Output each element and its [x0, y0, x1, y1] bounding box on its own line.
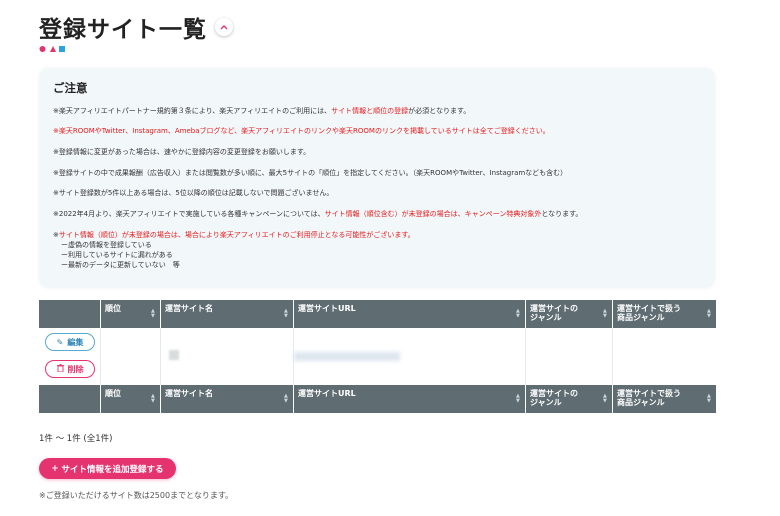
result-count: 1件 〜 1件 (全1件)	[39, 434, 113, 444]
header-label: 運営サイト名	[165, 304, 213, 313]
header-label: 順位	[105, 389, 121, 398]
table-footer-actions	[39, 385, 101, 413]
add-site-button-label: サイト情報を追加登録する	[61, 464, 164, 475]
notice-highlight: サイト情報と順位の登録	[331, 107, 409, 115]
table-footer-product-genre[interactable]: 運営サイトで扱う 商品ジャンル ▲ ▼	[613, 385, 716, 413]
notice-line-2: ※楽天ROOMやTwitter、Instagram、Amebaブログなど、楽天ア…	[53, 127, 550, 135]
sort-icon[interactable]: ▲ ▼	[707, 309, 712, 319]
header-label: 運営サイトURL	[298, 389, 356, 398]
table-header-actions	[39, 300, 101, 328]
table-footer-site-url[interactable]: 運営サイトURL ▲ ▼	[294, 385, 526, 413]
sort-icon[interactable]: ▲ ▼	[603, 394, 608, 404]
notice-line-4: ※登録サイトの中で成果報酬（広告収入）または閲覧数が多い順に、最大5サイトの「順…	[53, 169, 568, 177]
page-title: 登録サイト一覧	[39, 10, 233, 44]
notice-sub-1: ー虚偽の情報を登録している	[61, 241, 152, 249]
collapse-toggle-icon[interactable]	[215, 18, 233, 36]
site-name-cell	[161, 328, 294, 385]
header-label: 運営サイトで扱う 商品ジャンル	[617, 389, 681, 407]
trash-icon	[56, 364, 64, 374]
plus-icon: +	[51, 463, 59, 474]
table-header-site-name[interactable]: 運営サイト名 ▲ ▼	[161, 300, 294, 328]
notice-line-7: ※サイト情報（順位）が未登録の場合は、場合により楽天アフィリエイトのご利用停止と…	[53, 230, 709, 270]
header-label: 運営サイト名	[165, 389, 213, 398]
header-label: 運営サイトURL	[298, 304, 356, 313]
sort-icon[interactable]: ▲ ▼	[603, 309, 608, 319]
page-title-text: 登録サイト一覧	[39, 17, 207, 43]
chevron-up-icon	[220, 25, 228, 30]
table-header-product-genre[interactable]: 運営サイトで扱う 商品ジャンル ▲ ▼	[613, 300, 716, 328]
product-genre-cell	[613, 328, 716, 385]
add-site-button[interactable]: + サイト情報を追加登録する	[39, 458, 176, 479]
notice-text: が必須となります。	[408, 107, 471, 115]
edit-button-label: 編集	[67, 337, 84, 347]
notice-sub-3: ー最新のデータに更新していない 等	[61, 261, 180, 269]
header-label: 運営サイトの ジャンル	[530, 304, 578, 322]
notice-text: となります。	[541, 210, 583, 218]
site-table-header-top: 順位 ▲ ▼ 運営サイト名 ▲ ▼ 運営サイトURL ▲ ▼ 運営サイトの ジャンル ▲ ▼ 運…	[39, 300, 716, 328]
site-table-header-bottom: 順位 ▲ ▼ 運営サイト名 ▲ ▼ 運営サイトURL ▲ ▼ 運営サイトの ジャンル ▲ ▼ 運…	[39, 385, 716, 413]
sort-icon[interactable]: ▲ ▼	[516, 394, 521, 404]
table-footer-site-name[interactable]: 運営サイト名 ▲ ▼	[161, 385, 294, 413]
sort-icon[interactable]: ▲ ▼	[151, 309, 156, 319]
notice-heading: ご注意	[53, 81, 88, 95]
sort-icon[interactable]: ▲ ▼	[284, 309, 289, 319]
header-label: 運営サイトの ジャンル	[530, 389, 578, 407]
notice-line-1: ※楽天アフィリエイトパートナー規約第３条により、楽天アフィリエイトのご利用には、…	[53, 106, 709, 116]
notice-text: ※楽天アフィリエイトパートナー規約第３条により、楽天アフィリエイトのご利用には、	[53, 107, 332, 115]
notice-line-3: ※登録情報に変更があった場合は、速やかに登録内容の変更登録をお願いします。	[53, 148, 311, 156]
table-header-site-genre[interactable]: 運営サイトの ジャンル ▲ ▼	[526, 300, 613, 328]
site-genre-cell	[526, 328, 613, 385]
notice-sub-2: ー利用しているサイトに漏れがある	[61, 251, 173, 259]
notice-highlight: サイト情報（順位含む）が未登録の場合は、キャンペーン特典対象外	[324, 210, 542, 218]
site-limit-note: ※ご登録いただけるサイト数は2500までとなります。	[39, 491, 234, 500]
sort-icon[interactable]: ▲ ▼	[151, 394, 156, 404]
table-header-site-url[interactable]: 運営サイトURL ▲ ▼	[294, 300, 526, 328]
sort-icon[interactable]: ▲ ▼	[707, 394, 712, 404]
edit-button[interactable]: ✎ 編集	[45, 333, 95, 351]
redacted-site-name	[169, 350, 179, 360]
header-label: 運営サイトで扱う 商品ジャンル	[617, 304, 681, 322]
title-decoration-icon	[39, 46, 65, 52]
table-footer-site-genre[interactable]: 運営サイトの ジャンル ▲ ▼	[526, 385, 613, 413]
sort-icon[interactable]: ▲ ▼	[284, 394, 289, 404]
table-row: ✎ 編集 削除	[39, 328, 716, 385]
notice-highlight: サイト情報（順位）が未登録の場合は、場合により楽天アフィリエイトのご利用停止とな…	[58, 231, 415, 239]
sort-icon[interactable]: ▲ ▼	[516, 309, 521, 319]
delete-button[interactable]: 削除	[45, 360, 95, 378]
rank-cell	[101, 328, 161, 385]
delete-button-label: 削除	[67, 364, 84, 374]
redacted-site-url	[294, 352, 400, 361]
notice-line-6: ※2022年4月より、楽天アフィリエイトで実施している各種キャンペーンについては…	[53, 209, 709, 219]
site-url-cell	[294, 328, 526, 385]
notice-panel: ご注意 ※楽天アフィリエイトパートナー規約第３条により、楽天アフィリエイトのご利…	[39, 68, 715, 288]
header-label: 順位	[105, 304, 121, 313]
row-actions-cell: ✎ 編集 削除	[39, 328, 101, 385]
notice-line-5: ※サイト登録数が5件以上ある場合は、5位以降の順位は記載しないで問題ございません…	[53, 189, 334, 197]
pencil-icon: ✎	[56, 337, 64, 347]
table-footer-rank[interactable]: 順位 ▲ ▼	[101, 385, 161, 413]
notice-text: ※2022年4月より、楽天アフィリエイトで実施している各種キャンペーンについては…	[53, 210, 325, 218]
table-header-rank[interactable]: 順位 ▲ ▼	[101, 300, 161, 328]
